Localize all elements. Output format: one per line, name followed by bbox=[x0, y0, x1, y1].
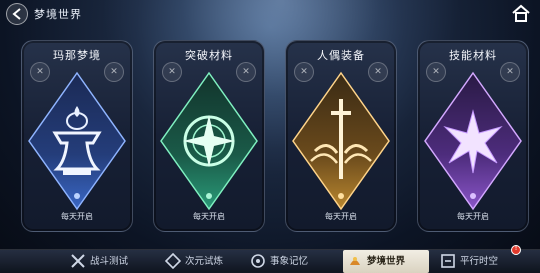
parallel-icon bbox=[441, 254, 455, 268]
card-footer: 每天开启 bbox=[193, 212, 225, 221]
lotus-star-icon bbox=[424, 71, 522, 211]
nav-item-parallel-space[interactable]: 平行时空 bbox=[440, 250, 535, 273]
card-mana-dream[interactable]: 玛那梦境 ✕ ✕ 每天开启 bbox=[21, 40, 133, 232]
back-button[interactable] bbox=[6, 3, 28, 25]
top-bar: 梦境世界 bbox=[0, 0, 540, 28]
memory-icon bbox=[251, 254, 265, 268]
dimension-icon bbox=[165, 253, 181, 269]
page-title: 梦境世界 bbox=[34, 8, 82, 21]
compass-star-icon bbox=[160, 71, 258, 211]
card-title: 技能材料 bbox=[449, 49, 497, 62]
back-arrow-icon bbox=[12, 8, 21, 20]
card-title: 人偶装备 bbox=[317, 49, 365, 62]
card-title: 玛那梦境 bbox=[53, 49, 101, 62]
card-title: 突破材料 bbox=[185, 49, 233, 62]
bottom-nav: 战斗测试 次元试炼 事象记忆 梦境世界 平行时空 bbox=[0, 249, 540, 273]
nav-item-battle-test[interactable]: 战斗测试 bbox=[70, 250, 160, 273]
card-breakthrough-material[interactable]: 突破材料 ✕ ✕ 每天开启 bbox=[153, 40, 265, 232]
nav-item-dream-world[interactable]: 梦境世界 bbox=[343, 250, 429, 273]
home-button[interactable] bbox=[510, 3, 532, 23]
card-footer: 每天开启 bbox=[325, 212, 357, 221]
card-skill-material[interactable]: 技能材料 ✕ ✕ 每天开启 bbox=[417, 40, 529, 232]
card-footer: 每天开启 bbox=[61, 212, 93, 221]
notification-badge: ! bbox=[511, 244, 521, 255]
dream-icon bbox=[350, 257, 360, 265]
nav-item-dimension-trial[interactable]: 次元试炼 bbox=[165, 250, 255, 273]
card-doll-equipment[interactable]: 人偶装备 ✕ ✕ 每天开启 bbox=[285, 40, 397, 232]
nav-item-event-memory[interactable]: 事象记忆 bbox=[250, 250, 340, 273]
home-icon bbox=[512, 4, 530, 22]
crossed-swords-icon bbox=[71, 254, 85, 268]
sword-crest-icon bbox=[292, 71, 390, 211]
fountain-icon bbox=[28, 71, 126, 211]
card-footer: 每天开启 bbox=[457, 212, 489, 221]
